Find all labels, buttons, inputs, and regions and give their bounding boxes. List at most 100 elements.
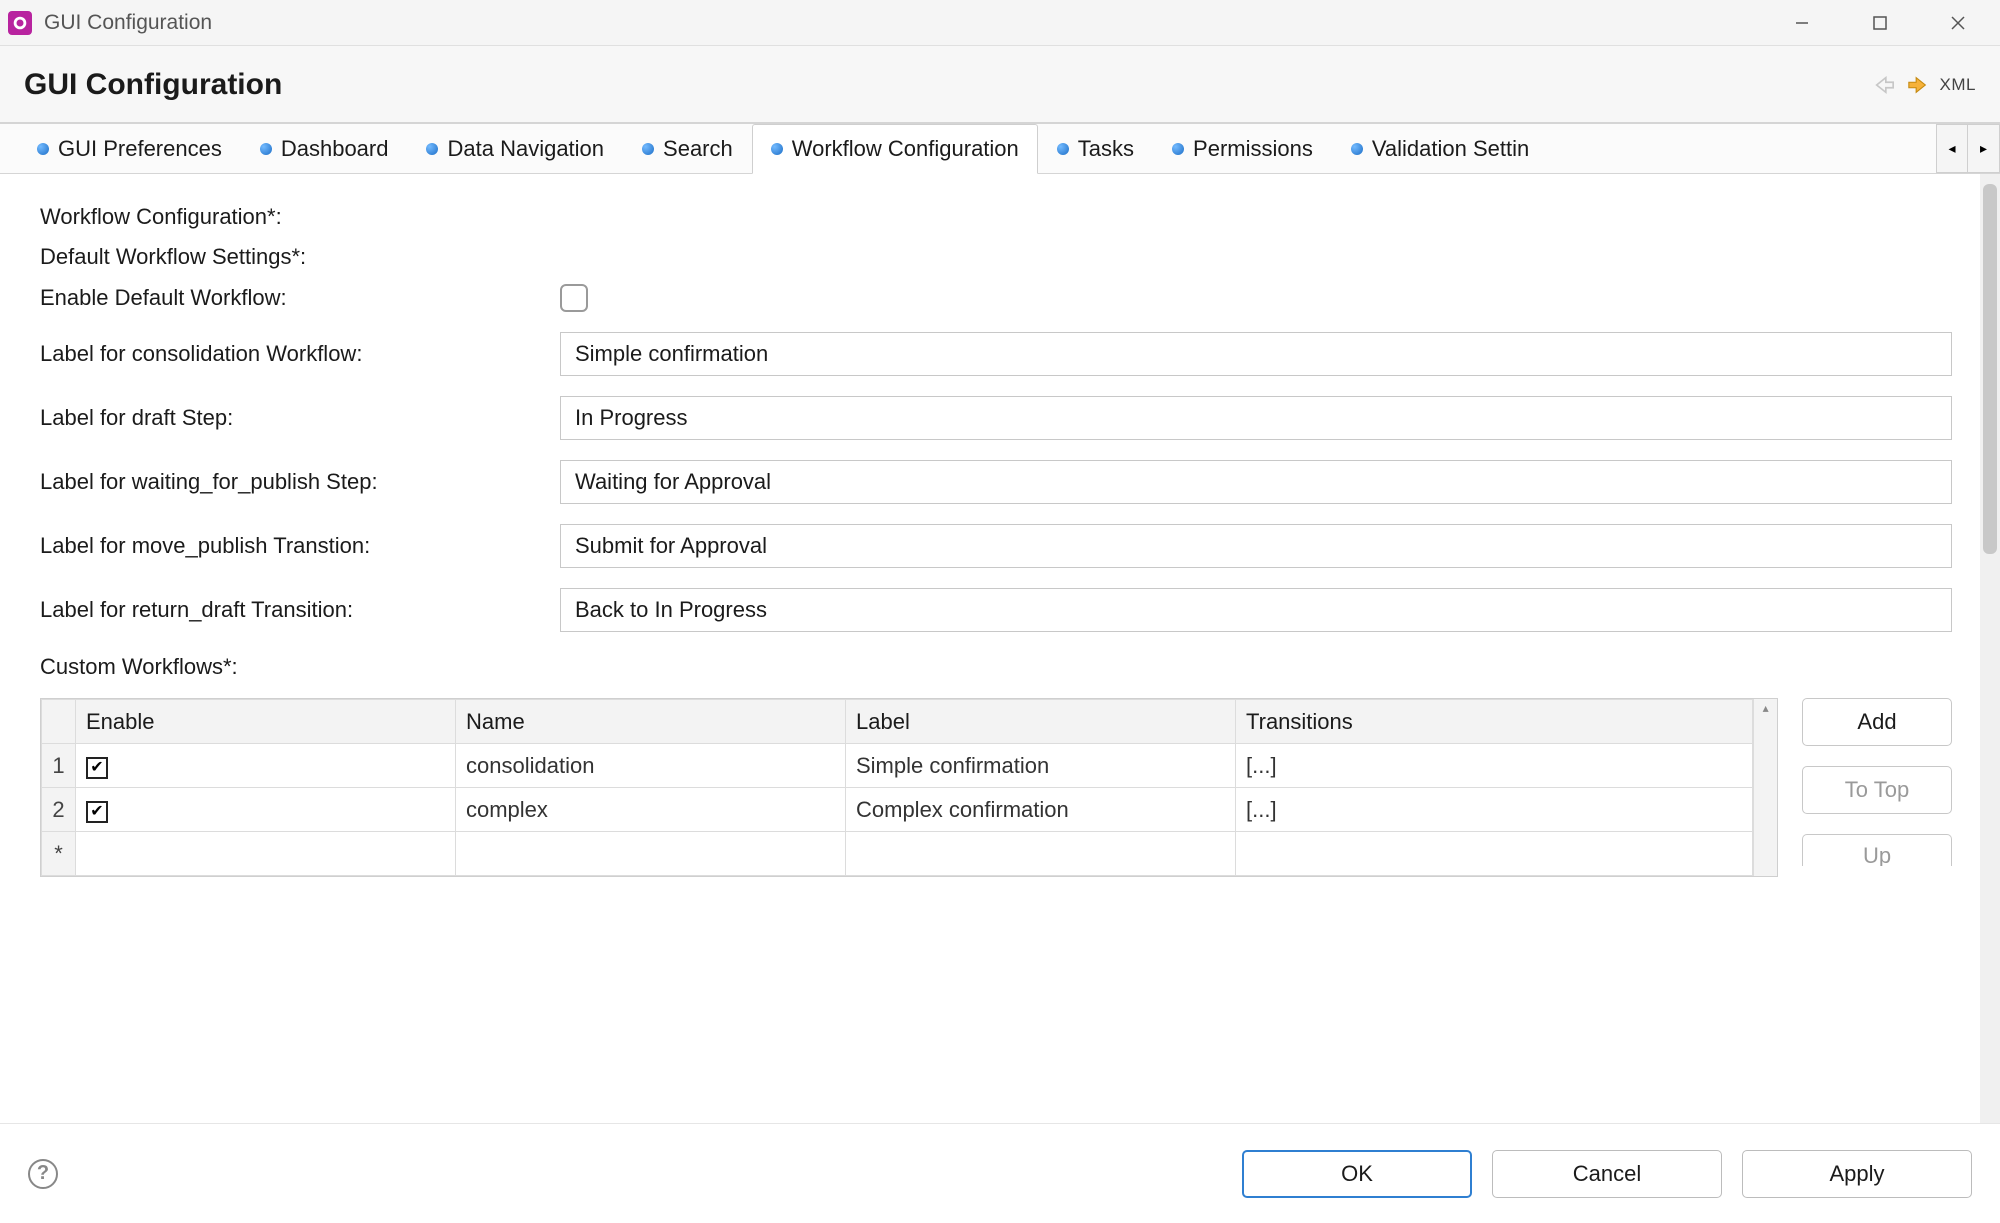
cell-name[interactable]: complex xyxy=(456,788,846,832)
back-arrow-icon[interactable] xyxy=(1872,73,1896,97)
cell-enable[interactable] xyxy=(76,788,456,832)
label-enable-default-workflow: Enable Default Workflow: xyxy=(40,285,560,311)
tab-scroll-right-button[interactable]: ▸ xyxy=(1968,124,2000,173)
draft-step-input[interactable] xyxy=(560,396,1952,440)
bullet-icon xyxy=(771,143,783,155)
bullet-icon xyxy=(1172,143,1184,155)
check-icon[interactable] xyxy=(86,801,108,823)
consolidation-workflow-input[interactable] xyxy=(560,332,1952,376)
return-draft-transition-input[interactable] xyxy=(560,588,1952,632)
tab-label: Workflow Configuration xyxy=(792,136,1019,162)
label-waiting-for-publish-step: Label for waiting_for_publish Step: xyxy=(40,469,560,495)
tab-validation-settings[interactable]: Validation Settin xyxy=(1332,124,1548,173)
ok-button[interactable]: OK xyxy=(1242,1150,1472,1198)
content: Workflow Configuration*: Default Workflo… xyxy=(0,174,1980,1123)
label-draft-step: Label for draft Step: xyxy=(40,405,560,431)
table-row[interactable]: 2 complex Complex confirmation [...] xyxy=(42,788,1753,832)
tab-workflow-configuration[interactable]: Workflow Configuration xyxy=(752,124,1038,174)
col-transitions[interactable]: Transitions xyxy=(1236,700,1753,744)
cell-name[interactable] xyxy=(456,832,846,876)
footer: ? OK Cancel Apply xyxy=(0,1123,2000,1223)
cell-name[interactable]: consolidation xyxy=(456,744,846,788)
row-number: 2 xyxy=(42,788,76,832)
content-wrap: Workflow Configuration*: Default Workflo… xyxy=(0,174,2000,1123)
tab-label: Data Navigation xyxy=(447,136,604,162)
to-top-button[interactable]: To Top xyxy=(1802,766,1952,814)
section-custom-workflows: Custom Workflows*: xyxy=(40,654,1952,680)
form-grid: Enable Default Workflow: Label for conso… xyxy=(40,284,1952,632)
row-number: 1 xyxy=(42,744,76,788)
table-side-buttons: Add To Top Up xyxy=(1802,698,1952,866)
cell-label[interactable] xyxy=(846,832,1236,876)
bullet-icon xyxy=(1057,143,1069,155)
content-scrollbar[interactable] xyxy=(1980,174,2000,1123)
forward-arrow-icon[interactable] xyxy=(1906,73,1930,97)
app-icon xyxy=(8,11,32,35)
minimize-button[interactable] xyxy=(1782,8,1822,38)
cell-transitions[interactable]: [...] xyxy=(1236,744,1753,788)
banner-actions: XML xyxy=(1872,73,1976,97)
cell-transitions[interactable]: [...] xyxy=(1236,788,1753,832)
apply-button[interactable]: Apply xyxy=(1742,1150,1972,1198)
cell-transitions[interactable] xyxy=(1236,832,1753,876)
label-return-draft-transition: Label for return_draft Transition: xyxy=(40,597,560,623)
cell-label[interactable]: Complex confirmation xyxy=(846,788,1236,832)
tab-label: Tasks xyxy=(1078,136,1134,162)
cancel-button[interactable]: Cancel xyxy=(1492,1150,1722,1198)
scrollbar-thumb[interactable] xyxy=(1983,184,1997,554)
bullet-icon xyxy=(37,143,49,155)
tab-dashboard[interactable]: Dashboard xyxy=(241,124,408,173)
window-title: GUI Configuration xyxy=(44,11,1782,35)
tab-label: GUI Preferences xyxy=(58,136,222,162)
table-new-row[interactable]: * xyxy=(42,832,1753,876)
custom-workflows-table-box: Enable Name Label Transitions 1 consolid… xyxy=(40,698,1778,877)
cell-enable[interactable] xyxy=(76,832,456,876)
bullet-icon xyxy=(426,143,438,155)
row-new-marker: * xyxy=(42,832,76,876)
page-title: GUI Configuration xyxy=(24,68,1872,102)
tab-gui-preferences[interactable]: GUI Preferences xyxy=(18,124,241,173)
section-default-workflow-settings: Default Workflow Settings*: xyxy=(40,244,1952,270)
tab-label: Dashboard xyxy=(281,136,389,162)
tab-label: Validation Settin xyxy=(1372,136,1529,162)
up-button[interactable]: Up xyxy=(1802,834,1952,866)
table-row[interactable]: 1 consolidation Simple confirmation [...… xyxy=(42,744,1753,788)
col-enable[interactable]: Enable xyxy=(76,700,456,744)
titlebar: GUI Configuration xyxy=(0,0,2000,46)
label-move-publish-transition: Label for move_publish Transtion: xyxy=(40,533,560,559)
maximize-button[interactable] xyxy=(1860,8,1900,38)
section-workflow-configuration: Workflow Configuration*: xyxy=(40,204,1952,230)
check-icon[interactable] xyxy=(86,757,108,779)
xml-label[interactable]: XML xyxy=(1940,75,1976,95)
close-button[interactable] xyxy=(1938,8,1978,38)
waiting-for-publish-input[interactable] xyxy=(560,460,1952,504)
scroll-up-icon[interactable]: ▴ xyxy=(1754,701,1777,715)
table-scrollbar[interactable]: ▴ xyxy=(1753,699,1777,876)
bullet-icon xyxy=(642,143,654,155)
label-consolidation-workflow: Label for consolidation Workflow: xyxy=(40,341,560,367)
tab-permissions[interactable]: Permissions xyxy=(1153,124,1332,173)
tab-label: Search xyxy=(663,136,733,162)
window: GUI Configuration GUI Configuration XML xyxy=(0,0,2000,1223)
tab-scroll-left-button[interactable]: ◂ xyxy=(1936,124,1968,173)
bullet-icon xyxy=(260,143,272,155)
col-label[interactable]: Label xyxy=(846,700,1236,744)
tab-data-navigation[interactable]: Data Navigation xyxy=(407,124,623,173)
custom-workflows-table[interactable]: Enable Name Label Transitions 1 consolid… xyxy=(41,699,1753,876)
cell-label[interactable]: Simple confirmation xyxy=(846,744,1236,788)
move-publish-transition-input[interactable] xyxy=(560,524,1952,568)
tab-search[interactable]: Search xyxy=(623,124,752,173)
custom-workflows-area: Enable Name Label Transitions 1 consolid… xyxy=(40,698,1952,877)
cell-enable[interactable] xyxy=(76,744,456,788)
help-icon[interactable]: ? xyxy=(28,1159,58,1189)
table-corner xyxy=(42,700,76,744)
add-button[interactable]: Add xyxy=(1802,698,1952,746)
tab-scroll-controls: ◂ ▸ xyxy=(1936,124,2000,173)
tab-tasks[interactable]: Tasks xyxy=(1038,124,1153,173)
bullet-icon xyxy=(1351,143,1363,155)
banner: GUI Configuration XML xyxy=(0,46,2000,124)
enable-default-workflow-checkbox[interactable] xyxy=(560,284,588,312)
tabstrip: GUI Preferences Dashboard Data Navigatio… xyxy=(0,124,2000,174)
window-buttons xyxy=(1782,8,1978,38)
col-name[interactable]: Name xyxy=(456,700,846,744)
